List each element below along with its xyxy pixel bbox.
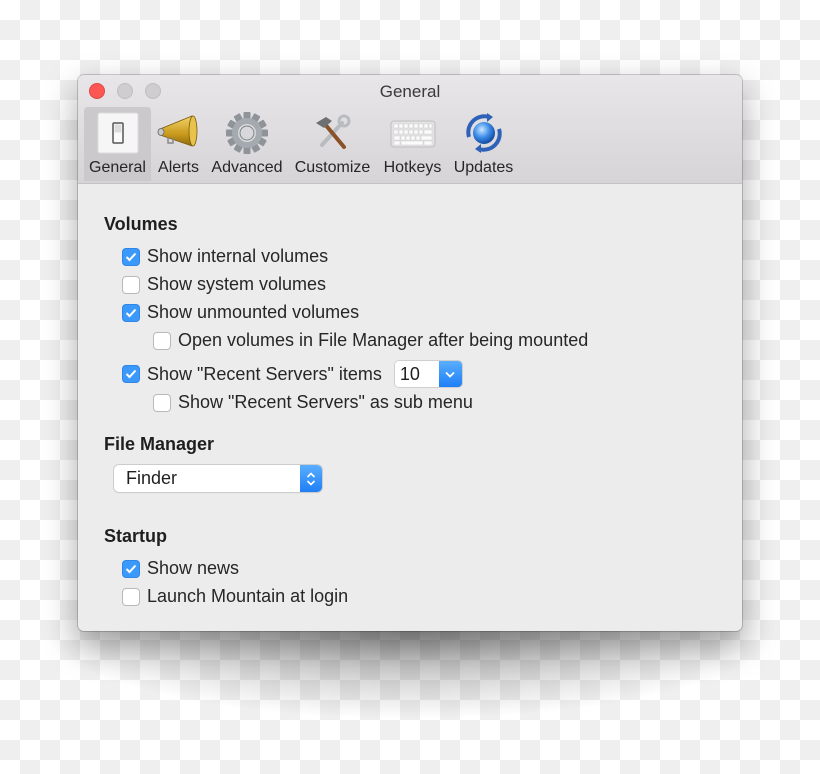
recent-servers-submenu-option[interactable]: Show "Recent Servers" as sub menu (153, 392, 473, 413)
preferences-toolbar: General Alerts Advanced Customize Hotkey… (84, 107, 519, 181)
title-bar: General General Alerts Advanced Customiz… (78, 75, 742, 184)
show-recent-servers-option[interactable]: Show "Recent Servers" items 10 (122, 361, 462, 387)
megaphone-icon (156, 111, 202, 155)
window-shadow (40, 620, 780, 720)
launch-at-login-label: Launch Mountain at login (147, 586, 349, 606)
switch-icon (95, 111, 141, 155)
recent-servers-count-value: 10 (394, 361, 439, 387)
show-unmounted-volumes-checkbox[interactable] (122, 303, 140, 322)
show-system-volumes-checkbox[interactable] (122, 275, 140, 294)
checkmark-icon (125, 369, 137, 379)
checkmark-icon (125, 252, 137, 261)
show-unmounted-volumes-option[interactable]: Show unmounted volumes (122, 302, 359, 323)
tab-general-label: General (89, 159, 146, 176)
show-unmounted-volumes-label: Show unmounted volumes (147, 302, 360, 322)
show-internal-volumes-label: Show internal volumes (147, 246, 329, 266)
show-system-volumes-label: Show system volumes (147, 274, 327, 294)
tab-advanced-label: Advanced (211, 159, 283, 176)
preferences-window: General General Alerts Advanced Customiz… (78, 75, 742, 631)
launch-at-login-checkbox[interactable] (122, 587, 140, 606)
show-internal-volumes-option[interactable]: Show internal volumes (122, 246, 328, 267)
show-recent-servers-label: Show "Recent Servers" items (147, 363, 382, 384)
open-in-file-manager-label: Open volumes in File Manager after being… (178, 330, 589, 350)
checkmark-icon (125, 564, 137, 573)
show-recent-servers-checkbox[interactable] (122, 365, 140, 383)
open-in-file-manager-option[interactable]: Open volumes in File Manager after being… (153, 330, 588, 351)
open-in-file-manager-checkbox[interactable] (153, 331, 171, 350)
tools-icon (310, 111, 356, 155)
checkmark-icon (125, 308, 137, 317)
tab-updates[interactable]: Updates (448, 107, 519, 181)
show-news-label: Show news (147, 558, 240, 578)
show-system-volumes-option[interactable]: Show system volumes (122, 274, 326, 295)
tab-hotkeys-label: Hotkeys (383, 159, 442, 176)
recent-servers-submenu-label: Show "Recent Servers" as sub menu (178, 392, 473, 412)
window-title: General (379, 82, 441, 101)
show-internal-volumes-checkbox[interactable] (122, 247, 140, 266)
file-manager-value: Finder (114, 465, 300, 492)
keyboard-icon (390, 111, 436, 155)
tab-alerts[interactable]: Alerts (151, 107, 206, 181)
chevron-down-icon[interactable] (438, 361, 462, 387)
gear-icon (224, 111, 270, 155)
recent-servers-submenu-checkbox[interactable] (153, 393, 171, 412)
tab-alerts-label: Alerts (158, 159, 199, 176)
startup-heading: Startup (104, 526, 167, 546)
tab-hotkeys[interactable]: Hotkeys (377, 107, 448, 181)
tab-updates-label: Updates (453, 159, 514, 176)
update-globe-icon (461, 111, 507, 155)
launch-at-login-option[interactable]: Launch Mountain at login (122, 586, 348, 607)
tab-general[interactable]: General (84, 107, 151, 181)
up-down-chevron-icon[interactable] (300, 465, 322, 492)
recent-servers-count-select[interactable]: 10 (394, 361, 462, 387)
tab-customize-label: Customize (294, 159, 371, 176)
file-manager-select[interactable]: Finder (114, 465, 322, 492)
tab-customize[interactable]: Customize (288, 107, 377, 181)
show-news-option[interactable]: Show news (122, 558, 239, 579)
tab-advanced[interactable]: Advanced (206, 107, 288, 181)
show-news-checkbox[interactable] (122, 559, 140, 578)
volumes-heading: Volumes (104, 214, 178, 234)
file-manager-heading: File Manager (104, 434, 215, 454)
general-pane: Volumes Show internal volumes Show syste… (78, 184, 742, 631)
